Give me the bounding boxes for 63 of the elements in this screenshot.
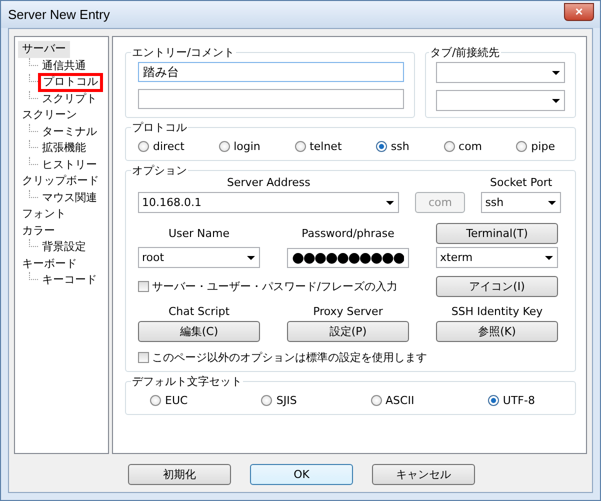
tree-item[interactable]: キーコード (38, 272, 101, 288)
socket-port-dropdown[interactable]: ssh (481, 192, 561, 213)
protocol-radio[interactable]: login (218, 140, 260, 153)
protocol-radio[interactable]: telnet (294, 140, 342, 153)
tree-item[interactable]: スクリーン (18, 107, 81, 124)
dropdown-arrow-icon (552, 98, 560, 102)
group-label: プロトコル (131, 120, 188, 135)
protocol-radio[interactable]: direct (138, 140, 184, 153)
tree-item[interactable]: サーバー (18, 41, 70, 58)
dialog-button[interactable]: キャンセル (372, 464, 475, 485)
field-label: Proxy Server (312, 305, 384, 318)
tree-item[interactable]: 通信共通 (38, 58, 90, 74)
charset-radio[interactable]: ASCII (370, 394, 414, 407)
field-label: Socket Port (489, 176, 554, 189)
previous-connection-dropdown[interactable] (436, 90, 565, 111)
credentials-checkbox[interactable]: サーバー・ユーザー・パスワード/フレーズの入力 (138, 279, 409, 294)
window-title: Server New Entry (8, 7, 110, 22)
tree-item[interactable]: マウス関連 (38, 190, 101, 206)
charset-radio[interactable]: UTF-8 (488, 394, 535, 407)
protocol-radio[interactable]: ssh (376, 140, 410, 153)
tree-item[interactable]: ヒストリー (38, 156, 101, 173)
tree-item[interactable]: スクリプト (38, 90, 101, 107)
dialog-button[interactable]: 初期化 (128, 464, 231, 485)
icon-button[interactable]: アイコン(I) (436, 276, 558, 297)
server-address-dropdown[interactable]: 10.168.0.1 (138, 192, 400, 213)
protocol-radio[interactable]: com (444, 140, 482, 153)
tab-dropdown[interactable] (436, 62, 565, 83)
dropdown-arrow-icon (548, 200, 556, 204)
dropdown-arrow-icon (552, 70, 560, 74)
terminal-type-dropdown[interactable]: xterm (436, 247, 558, 268)
tree-item[interactable]: キーボード (18, 256, 81, 272)
dropdown-arrow-icon (386, 200, 394, 204)
tree-item[interactable]: 背景設定 (38, 239, 90, 256)
field-label: User Name (167, 227, 231, 240)
browse-button[interactable]: 参照(K) (436, 321, 558, 342)
tree-item[interactable]: フォント (18, 206, 70, 222)
group-label: エントリー/コメント (131, 45, 236, 60)
tree-item[interactable]: ターミナル (38, 124, 101, 140)
field-label: Chat Script (167, 305, 231, 318)
password-field[interactable]: ●●●●●●●●●● (287, 248, 409, 268)
comment-field[interactable] (138, 89, 404, 109)
group-label: オプション (131, 163, 188, 178)
tree-item[interactable]: 拡張機能 (38, 140, 90, 156)
field-label: Password/phrase (300, 227, 396, 240)
group-label: タブ/前接続先 (429, 45, 501, 60)
dropdown-arrow-icon (247, 256, 255, 260)
tree-item[interactable]: カラー (18, 222, 59, 239)
field-label: SSH Identity Key (450, 305, 544, 318)
settings-button[interactable]: 設定(P) (287, 321, 409, 342)
user-name-dropdown[interactable]: root (138, 247, 260, 268)
protocol-radio[interactable]: pipe (516, 140, 555, 153)
terminal-button[interactable]: Terminal(T) (436, 223, 558, 244)
dialog-button[interactable]: OK (250, 464, 353, 485)
dropdown-arrow-icon (545, 256, 553, 260)
field-label: Server Address (226, 176, 312, 189)
charset-radio[interactable]: SJIS (261, 394, 297, 407)
tree-item[interactable]: クリップボード (18, 173, 103, 190)
default-options-checkbox[interactable]: このページ以外のオプションは標準の設定を使用します (138, 350, 427, 365)
edit-button[interactable]: 編集(C) (138, 321, 260, 342)
tree-item[interactable]: プロトコル (38, 73, 103, 92)
charset-radio[interactable]: EUC (150, 394, 188, 407)
group-label: デフォルト文字セット (131, 374, 243, 389)
entry-field[interactable]: 踏み台 (138, 62, 404, 82)
